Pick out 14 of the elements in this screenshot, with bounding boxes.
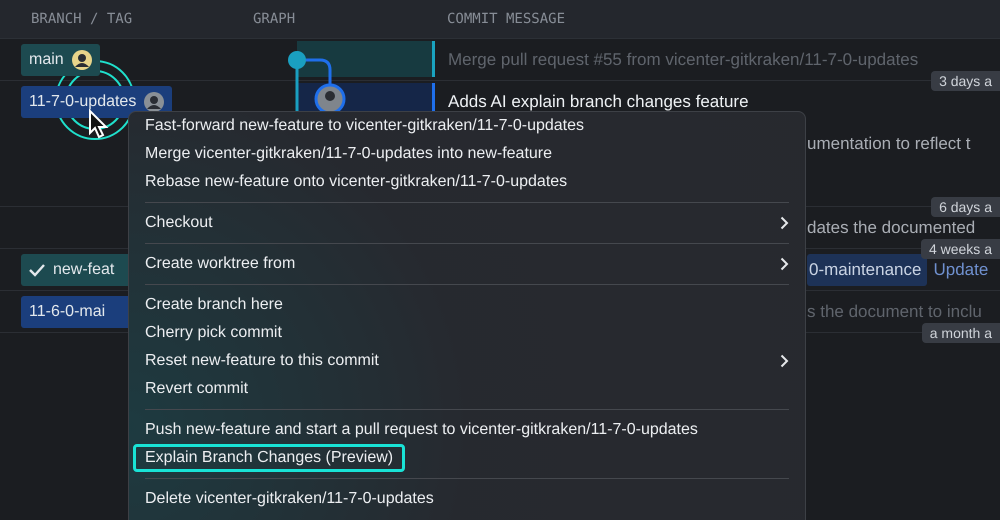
branch-name: 11-7-0-updates [29,92,136,110]
commit-message: Merge pull request #55 from vicenter-gitkraken/11-7-0-updates [448,50,918,70]
branch-name: main [29,50,64,68]
commit-message: dates the documented [807,218,976,238]
commit-time: a month a [922,323,1000,343]
commit-time: 4 weeks a [920,239,1000,259]
branch-name: new-feat [53,260,114,278]
commit-message: Adds AI explain branch changes feature [448,92,749,112]
branch-name: 11-6-0-mai [29,302,106,320]
commit-message: umentation to reflect t [807,134,970,154]
commit-time: 6 days a [931,197,1000,217]
commit-message: Update [933,260,988,280]
commit-message: s the document to inclu [807,302,982,322]
commit-time: 3 days a [931,71,1000,91]
